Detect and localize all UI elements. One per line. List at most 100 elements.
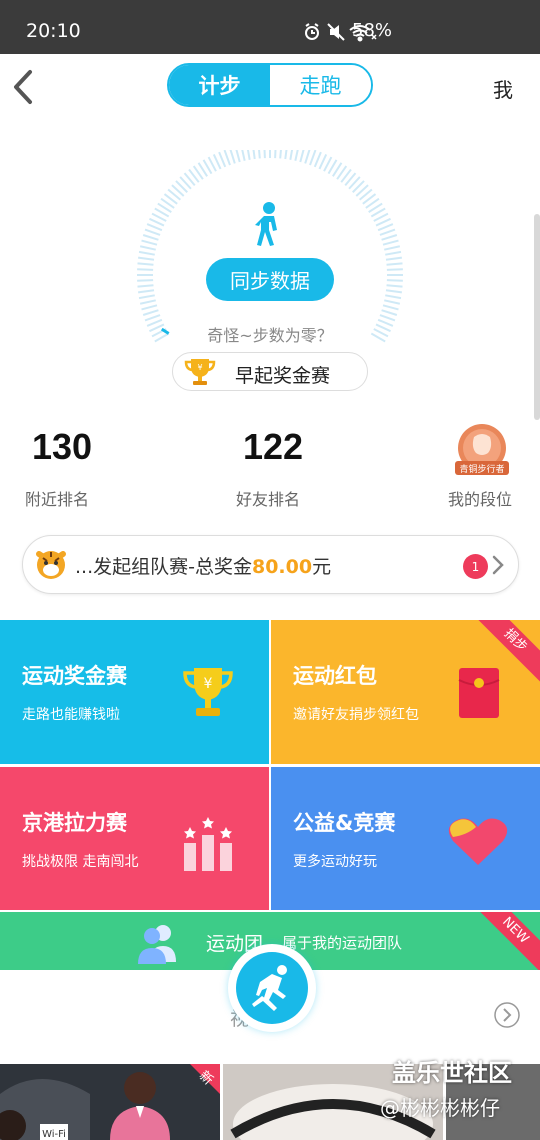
alarm-icon <box>305 23 319 40</box>
gauge-tick <box>284 150 288 160</box>
gauge-tick <box>144 314 161 322</box>
svg-text:¥: ¥ <box>197 363 202 372</box>
sync-data-button[interactable]: 同步数据 <box>206 258 334 301</box>
circle-chevron-right-icon[interactable] <box>493 1001 521 1029</box>
gauge-tick <box>263 150 266 159</box>
tab-run[interactable]: 走跑 <box>270 65 371 105</box>
gauge-tick <box>139 299 156 305</box>
friend-rank-value: 122 <box>243 426 304 467</box>
tile-charity[interactable]: 公益&竞赛 更多运动好玩 <box>271 767 540 910</box>
gauge-tick <box>289 150 294 160</box>
gauge-tick <box>381 234 398 241</box>
gauge-tick <box>386 268 403 271</box>
gauge-tick <box>229 150 236 164</box>
friend-rank-label: 好友排名 <box>236 490 301 509</box>
gauge-tick <box>138 289 155 294</box>
start-running-button[interactable] <box>228 944 316 1032</box>
chevron-right-icon <box>492 555 504 575</box>
team-race-count-badge: 1 <box>463 554 488 579</box>
running-person-icon <box>252 965 287 1011</box>
mute-icon <box>327 23 345 41</box>
gauge-tick <box>384 299 401 305</box>
gauge-tick <box>379 228 396 236</box>
back-arrow-icon[interactable] <box>8 68 38 106</box>
gauge-tick <box>384 245 401 251</box>
gauge-tick <box>304 150 311 164</box>
fab-inner <box>236 952 308 1024</box>
tab-step[interactable]: 计步 <box>169 65 270 105</box>
gauge-tick <box>258 150 261 159</box>
early-race-label: 早起奖金赛 <box>235 365 331 387</box>
gauge-tick <box>144 228 161 236</box>
gauge-tick <box>142 309 159 316</box>
me-button[interactable]: 我 <box>493 74 513 103</box>
level-label: 我的段位 <box>448 490 513 509</box>
tiger-avatar-icon <box>36 551 66 579</box>
gauge-tick <box>137 279 154 282</box>
gauge-tick <box>252 150 256 160</box>
group-subtitle: 属于我的运动团队 <box>282 934 403 952</box>
nearby-rank-label: 附近排名 <box>25 490 90 509</box>
scrollbar[interactable] <box>534 214 540 420</box>
gauge-tick <box>385 294 402 300</box>
app-screen: 20:10 58% 计步 走跑 我 同步数据 奇怪~步数为零？ ¥ 早起奖金赛 … <box>0 0 540 1140</box>
gauge-tick <box>212 154 222 170</box>
gauge-tick <box>218 151 227 168</box>
heart-icon <box>448 818 508 865</box>
gauge-tick <box>241 150 246 161</box>
tile-subtitle: 邀请好友捐步领红包 <box>293 707 419 723</box>
trophy-icon: ¥ <box>183 668 233 716</box>
gauge-tick <box>386 262 403 266</box>
gauge-tick <box>279 150 282 159</box>
gauge-tick <box>386 279 403 282</box>
gauge-tick <box>138 256 155 261</box>
early-race-button[interactable]: ¥ 早起奖金赛 <box>172 352 368 391</box>
gauge-tick <box>142 234 159 241</box>
gauge-tick <box>274 150 277 159</box>
gauge-tick <box>223 150 231 166</box>
gauge-tick <box>385 256 402 261</box>
red-envelope-icon <box>458 668 500 718</box>
tile-title: 公益&竞赛 <box>293 811 396 835</box>
gauge-tick <box>299 150 305 163</box>
tile-subtitle: 走路也能赚钱啦 <box>22 707 120 723</box>
gauge-tick <box>377 223 394 232</box>
team-race-bar[interactable]: ...发起组队赛-总奖金80.00元 1 <box>22 535 519 594</box>
gauge-tick <box>379 314 396 322</box>
tile-sport-race[interactable]: 运动奖金赛 走路也能赚钱啦 ¥ <box>0 620 269 764</box>
gauge-tick <box>235 150 241 163</box>
thumbnail-image: Wi-Fi 新 <box>0 1064 220 1140</box>
team-race-amount: 80.00 <box>251 556 313 578</box>
gauge-tick <box>375 217 391 227</box>
status-bar: 20:10 58% <box>0 0 540 54</box>
tile-title: 运动红包 <box>293 664 377 688</box>
svg-text:Wi-Fi: Wi-Fi <box>42 1129 66 1140</box>
podium-stars-icon <box>184 817 232 871</box>
gauge-tick <box>385 289 402 294</box>
gauge-tick <box>137 268 154 271</box>
gauge-tick <box>146 223 163 232</box>
battery-level: 58% <box>352 20 393 41</box>
tile-red-packet[interactable]: 运动红包 邀请好友捐步领红包 捐步 <box>271 620 540 764</box>
zero-steps-hint[interactable]: 奇怪~步数为零？ <box>0 322 540 346</box>
level-badge-icon[interactable]: 青铜步行者 <box>449 421 515 479</box>
status-time: 20:10 <box>26 20 81 42</box>
watermark-title: 盖乐世社区 <box>392 1059 512 1087</box>
gauge-tick <box>139 245 156 251</box>
gauge-tick <box>149 217 165 227</box>
tile-subtitle: 更多运动好玩 <box>293 854 377 870</box>
gauge-tick <box>382 239 399 246</box>
trophy-icon: ¥ <box>184 359 216 385</box>
video-thumbnail[interactable]: Wi-Fi 新 <box>0 1064 220 1140</box>
gauge-tick <box>141 304 158 311</box>
tile-title: 运动奖金赛 <box>22 664 127 688</box>
gauge-tick <box>138 250 155 256</box>
team-race-text: ...发起组队赛-总奖金80.00元 <box>75 556 332 578</box>
tile-rally-race[interactable]: 京港拉力赛 挑战极限 走南闯北 <box>0 767 269 910</box>
gauge-tick <box>382 304 399 311</box>
badge-text: 青铜步行者 <box>459 463 504 475</box>
gauge-tick <box>385 250 402 256</box>
tile-title: 京港拉力赛 <box>22 811 127 835</box>
gauge-tick <box>381 309 398 316</box>
gauge-tick <box>137 284 154 288</box>
